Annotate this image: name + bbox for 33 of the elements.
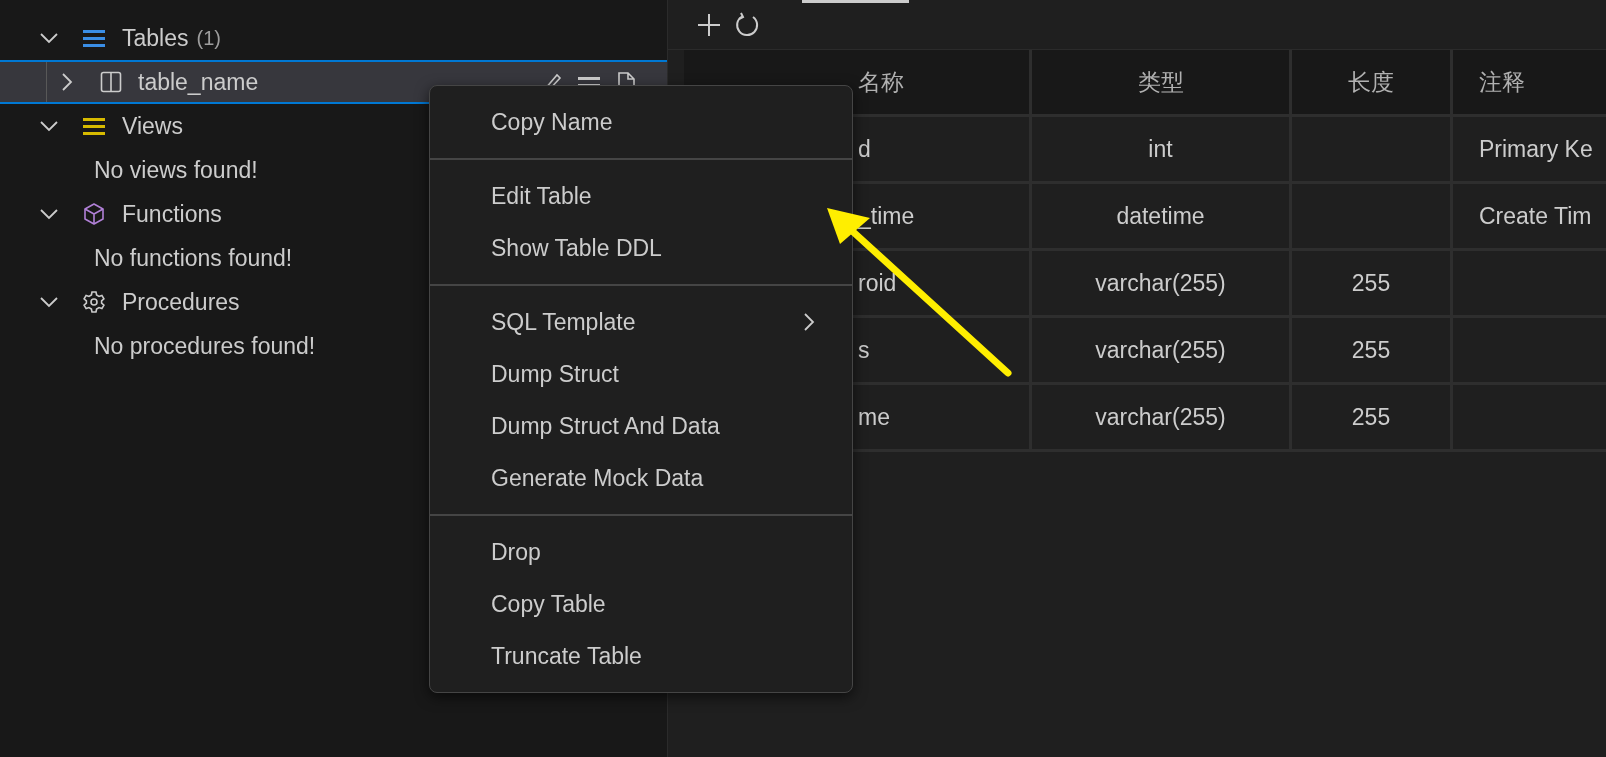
- item-count: (1): [196, 26, 221, 50]
- menu-item[interactable]: Truncate Table: [434, 630, 848, 682]
- table-cell: varchar(255): [1032, 318, 1289, 382]
- group-label[interactable]: Views: [122, 112, 183, 140]
- column-header: 注释: [1453, 50, 1606, 114]
- group-label[interactable]: Functions: [122, 200, 222, 228]
- list-icon: [82, 27, 106, 49]
- cube-icon: [82, 202, 106, 226]
- table-cell: datetime: [1032, 184, 1289, 248]
- refresh-icon[interactable]: [734, 11, 760, 38]
- menu-item[interactable]: Copy Table: [434, 578, 848, 630]
- table-name-label: table_name: [138, 68, 259, 96]
- empty-message: No views found!: [94, 156, 258, 184]
- table-cell: 255: [1292, 385, 1450, 449]
- table-cell: Create Tim: [1453, 184, 1606, 248]
- list-icon: [82, 115, 106, 137]
- table-cell: 255: [1292, 318, 1450, 382]
- empty-message: No functions found!: [94, 244, 293, 272]
- menu-item[interactable]: Generate Mock Data: [434, 452, 848, 504]
- menu-item[interactable]: Drop: [434, 526, 848, 578]
- add-icon[interactable]: [696, 11, 722, 38]
- group-label[interactable]: Tables: [122, 24, 189, 52]
- table-cell: int: [1032, 117, 1289, 181]
- table-cell: varchar(255): [1032, 251, 1289, 315]
- settings-icon: [82, 290, 106, 314]
- table-cell: 255: [1292, 251, 1450, 315]
- table-icon: [100, 71, 122, 93]
- group-label[interactable]: Procedures: [122, 288, 240, 316]
- column-header: 长度: [1292, 50, 1450, 114]
- empty-message: No procedures found!: [94, 332, 316, 360]
- table-cell: Primary Ke: [1453, 117, 1606, 181]
- table-cell: varchar(255): [1032, 385, 1289, 449]
- column-header: 类型: [1032, 50, 1289, 114]
